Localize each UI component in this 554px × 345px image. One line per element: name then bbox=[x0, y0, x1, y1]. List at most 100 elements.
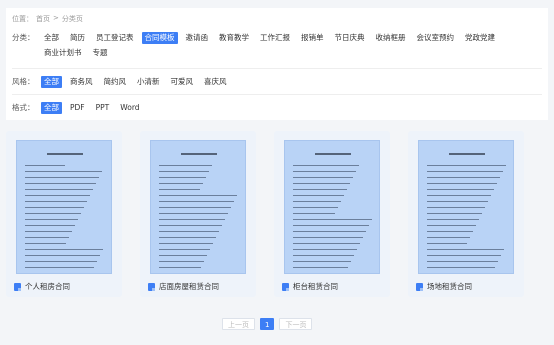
document-icon bbox=[14, 282, 21, 291]
thumbnail-text-line bbox=[25, 267, 94, 268]
category-option[interactable]: 党政党建 bbox=[462, 32, 498, 44]
filter-panel: 位置： 首页 > 分类页 分类： 全部 简历 员工登记表 合同模板 邀请函 教育教学 工作汇… bbox=[6, 8, 548, 120]
style-filter-row: 风格： 全部 商务风 简约风 小清新 可爱风 喜庆风 bbox=[12, 76, 521, 88]
category-option[interactable]: 简历 bbox=[67, 32, 88, 44]
thumbnail-text-line bbox=[159, 165, 212, 166]
category-filter-label: 分类： bbox=[12, 33, 35, 42]
thumbnail-text-line bbox=[25, 255, 100, 256]
thumbnail-text-line bbox=[427, 243, 467, 244]
breadcrumb-separator: > bbox=[53, 14, 59, 22]
next-page-button[interactable]: 下一页 bbox=[279, 318, 313, 330]
thumbnail-text-line bbox=[427, 189, 494, 190]
breadcrumb-home-link[interactable]: 首页 bbox=[36, 14, 50, 24]
thumbnail-text-line bbox=[25, 219, 78, 220]
thumbnail-text-line bbox=[427, 171, 503, 172]
current-page-button[interactable]: 1 bbox=[260, 318, 275, 330]
thumbnail-text-line bbox=[25, 189, 93, 190]
thumbnail-text-line bbox=[427, 201, 488, 202]
thumbnail-text-line bbox=[159, 243, 213, 244]
thumbnail-text-line bbox=[25, 171, 102, 172]
thumbnail-text-line bbox=[25, 201, 87, 202]
format-option[interactable]: 全部 bbox=[41, 102, 62, 114]
format-filter-row: 格式： 全部 PDF PPT Word bbox=[12, 102, 521, 114]
category-option[interactable]: 教育教学 bbox=[216, 32, 252, 44]
thumbnail-text-line bbox=[293, 213, 335, 214]
thumbnail-text-line bbox=[427, 219, 479, 220]
category-options: 全部 简历 员工登记表 合同模板 邀请函 教育教学 工作汇报 报销单 节日庆典 收纳框册 会议室预约… bbox=[41, 32, 521, 59]
thumbnail-text-line bbox=[427, 231, 473, 232]
template-card-title: 场地租赁合同 bbox=[427, 282, 472, 291]
thumbnail-text-line bbox=[293, 171, 356, 172]
thumbnail-text-line bbox=[293, 177, 353, 178]
thumbnail-text-line bbox=[293, 225, 369, 226]
thumbnail-text-line bbox=[159, 231, 219, 232]
format-options: 全部 PDF PPT Word bbox=[41, 102, 521, 114]
thumbnail-text-line bbox=[159, 219, 225, 220]
thumbnail-text-line bbox=[25, 237, 69, 238]
template-card[interactable]: 个人租房合同 bbox=[6, 131, 122, 297]
thumbnail-text-line bbox=[427, 255, 501, 256]
category-option[interactable]: 节日庆典 bbox=[332, 32, 368, 44]
style-option[interactable]: 商务风 bbox=[67, 76, 96, 88]
thumbnail-text-line bbox=[159, 225, 222, 226]
template-card[interactable]: 柜台租赁合同 bbox=[274, 131, 390, 297]
template-card-title: 个人租房合同 bbox=[25, 282, 70, 291]
category-option[interactable]: 会议室预约 bbox=[414, 32, 458, 44]
category-option[interactable]: 商业计划书 bbox=[41, 47, 85, 59]
prev-page-button[interactable]: 上一页 bbox=[222, 318, 255, 330]
style-option[interactable]: 全部 bbox=[41, 76, 62, 88]
thumbnail-text-line bbox=[159, 261, 204, 262]
document-icon bbox=[148, 282, 155, 291]
thumbnail-text-line bbox=[159, 183, 203, 184]
breadcrumb-label: 位置： bbox=[12, 15, 33, 23]
style-option[interactable]: 喜庆风 bbox=[201, 76, 230, 88]
thumbnail-text-line bbox=[25, 243, 66, 244]
thumbnail-text-line bbox=[293, 249, 357, 250]
thumbnail-text-line bbox=[159, 195, 237, 196]
thumbnail-text-line bbox=[427, 261, 498, 262]
breadcrumb-current: 分类页 bbox=[61, 15, 83, 23]
divider bbox=[12, 68, 542, 69]
thumbnail-text-line bbox=[159, 171, 209, 172]
thumbnail-text-line bbox=[159, 201, 234, 202]
breadcrumb: 位置： 首页 > 分类页 bbox=[12, 14, 83, 24]
thumbnail-text-line bbox=[25, 183, 96, 184]
thumbnail-text-line bbox=[159, 267, 201, 268]
style-filter-label: 风格： bbox=[12, 77, 35, 86]
category-option[interactable]: 收纳框册 bbox=[373, 32, 409, 44]
thumbnail-text-line bbox=[293, 243, 360, 244]
category-option[interactable]: 邀请函 bbox=[183, 32, 212, 44]
format-option[interactable]: Word bbox=[117, 102, 142, 114]
thumbnail-title-line bbox=[47, 153, 83, 155]
thumbnail-text-line bbox=[293, 189, 347, 190]
category-option[interactable]: 全部 bbox=[41, 32, 62, 44]
category-option[interactable]: 报销单 bbox=[298, 32, 327, 44]
thumbnail-text-line bbox=[25, 165, 65, 166]
document-thumbnail bbox=[418, 140, 514, 274]
style-option[interactable]: 小清新 bbox=[134, 76, 163, 88]
category-option[interactable]: 员工登记表 bbox=[93, 32, 137, 44]
thumbnail-text-line bbox=[427, 249, 504, 250]
thumbnail-text-line bbox=[25, 213, 81, 214]
thumbnail-text-line bbox=[427, 213, 482, 214]
category-option[interactable]: 工作汇报 bbox=[257, 32, 293, 44]
document-icon bbox=[416, 282, 423, 291]
thumbnail-text-line bbox=[293, 165, 359, 166]
format-option[interactable]: PPT bbox=[93, 102, 113, 114]
thumbnail-text-line bbox=[427, 207, 485, 208]
thumbnail-text-line bbox=[159, 237, 216, 238]
pagination: 上一页 1 下一页 bbox=[222, 318, 313, 330]
thumbnail-text-line bbox=[293, 183, 350, 184]
thumbnail-text-line bbox=[427, 177, 500, 178]
template-card[interactable]: 场地租赁合同 bbox=[408, 131, 524, 297]
thumbnail-text-line bbox=[159, 207, 231, 208]
style-option[interactable]: 简约风 bbox=[101, 76, 130, 88]
document-thumbnail bbox=[16, 140, 112, 274]
category-option[interactable]: 专题 bbox=[90, 47, 111, 59]
style-option[interactable]: 可爱风 bbox=[168, 76, 197, 88]
template-card[interactable]: 店面房屋租赁合同 bbox=[140, 131, 256, 297]
thumbnail-text-line bbox=[159, 249, 210, 250]
format-option[interactable]: PDF bbox=[67, 102, 88, 114]
category-option[interactable]: 合同模板 bbox=[141, 32, 178, 44]
document-thumbnail bbox=[284, 140, 380, 274]
